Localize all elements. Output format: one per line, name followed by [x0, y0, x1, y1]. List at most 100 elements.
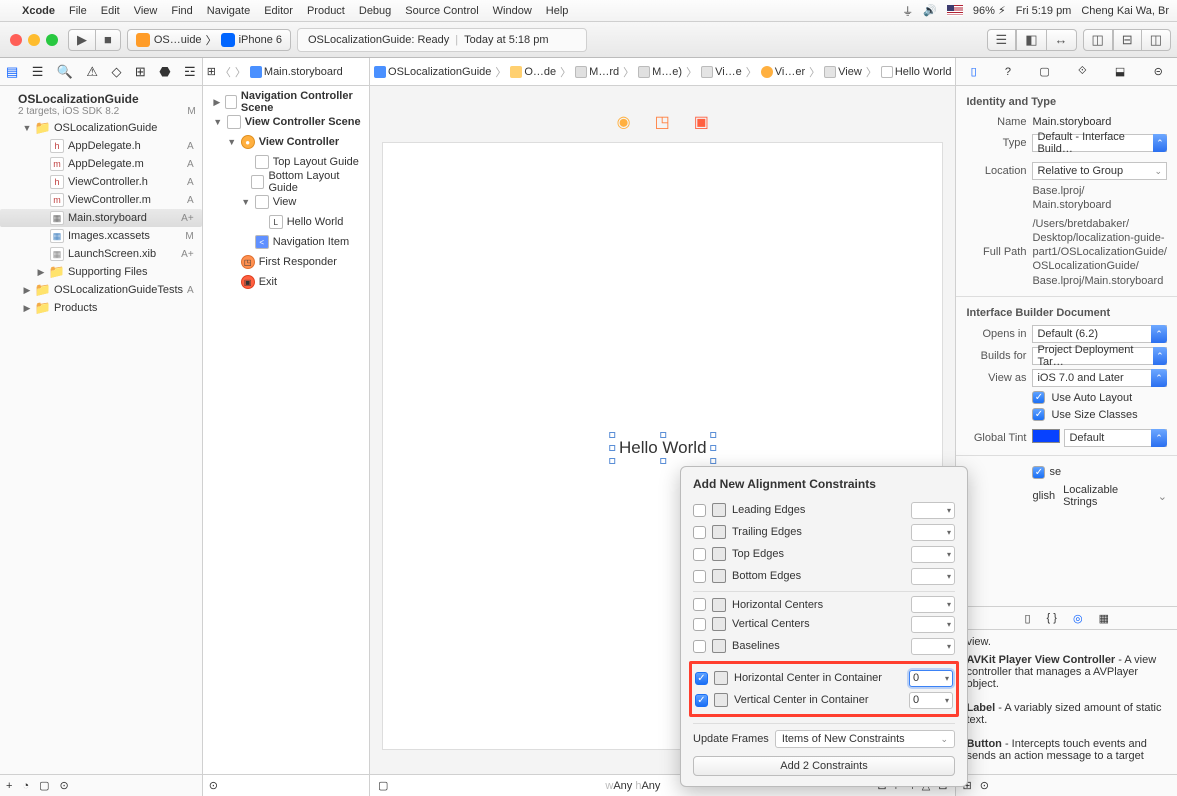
outline-row[interactable]: ▼View — [203, 192, 369, 212]
resize-handle[interactable] — [711, 445, 717, 451]
outline-filter-icon[interactable]: ⊙ — [209, 779, 218, 792]
symbol-navigator-tab[interactable]: ☰ — [32, 64, 44, 80]
wifi-icon[interactable]: ⏚ — [902, 3, 913, 19]
menu-file[interactable]: File — [69, 5, 87, 17]
outline-row[interactable]: <Navigation Item — [203, 232, 369, 252]
library-item[interactable]: AVKit Player View Controller - A view co… — [966, 648, 1167, 696]
selected-label[interactable]: Hello World — [613, 436, 713, 460]
attributes-inspector-tab[interactable]: ⟐ — [1078, 65, 1087, 78]
jb-file[interactable]: M…rd — [589, 66, 619, 78]
nav-row[interactable]: ▦LaunchScreen.xibA+ — [0, 245, 202, 263]
constraint-value-field[interactable]: ▾ — [911, 638, 955, 655]
menu-find[interactable]: Find — [171, 5, 192, 17]
file-template-library-tab[interactable]: ▯ — [1024, 612, 1030, 625]
stop-button[interactable]: ■ — [96, 29, 121, 51]
add-constraints-button[interactable]: Add 2 Constraints — [693, 756, 955, 776]
resize-handle[interactable] — [609, 432, 615, 438]
issue-navigator-tab[interactable]: ⚠ — [86, 64, 98, 80]
toggle-debug-button[interactable]: ⊟ — [1113, 29, 1142, 51]
label-text[interactable]: Hello World — [613, 436, 713, 460]
jb-base[interactable]: M…e) — [652, 66, 682, 78]
filter-field[interactable]: ⊙ — [60, 779, 196, 792]
close-window-button[interactable] — [10, 34, 22, 46]
nav-row[interactable]: ▶📁Supporting Files — [0, 263, 202, 281]
app-menu[interactable]: Xcode — [22, 5, 55, 17]
related-items-icon[interactable]: ⊞ — [207, 65, 216, 78]
jb-folder[interactable]: O…de — [524, 66, 556, 78]
constraint-value-field[interactable]: ▾ — [911, 616, 955, 633]
size-inspector-tab[interactable]: ⬓ — [1115, 65, 1125, 78]
resize-handle[interactable] — [660, 458, 666, 464]
forward-button[interactable]: 〉 — [235, 64, 246, 80]
back-button[interactable]: 〈 — [220, 64, 231, 80]
menu-navigate[interactable]: Navigate — [207, 5, 250, 17]
scheme-selector[interactable]: OS…uide 〉 iPhone 6 — [127, 29, 291, 51]
debug-navigator-tab[interactable]: ⊞ — [135, 64, 146, 80]
auto-layout-checkbox[interactable]: ✓ — [1032, 391, 1045, 404]
constraint-value-field[interactable]: ▾ — [911, 568, 955, 585]
outline-row[interactable]: ▼●View Controller — [203, 132, 369, 152]
toggle-utilities-button[interactable]: ◫ — [1142, 29, 1171, 51]
project-title[interactable]: OSLocalizationGuide — [18, 92, 196, 106]
resize-handle[interactable] — [609, 445, 615, 451]
builds-for-select[interactable]: Project Deployment Tar…⌃ — [1032, 347, 1167, 365]
run-button[interactable]: ▶ — [68, 29, 96, 51]
toggle-navigator-button[interactable]: ◫ — [1083, 29, 1113, 51]
report-navigator-tab[interactable]: ☲ — [184, 64, 196, 80]
volume-icon[interactable]: 🔊 — [923, 4, 937, 17]
nav-row[interactable]: ▦Main.storyboardA+ — [0, 209, 202, 227]
add-button[interactable]: + — [6, 780, 12, 792]
constraint-checkbox[interactable] — [693, 570, 706, 583]
outline-row[interactable]: LHello World — [203, 212, 369, 232]
outline-tree[interactable]: ▶Navigation Controller Scene▼View Contro… — [203, 86, 369, 774]
outline-row[interactable]: ▶Navigation Controller Scene — [203, 92, 369, 112]
menu-debug[interactable]: Debug — [359, 5, 391, 17]
code-snippet-library-tab[interactable]: { } — [1047, 612, 1057, 624]
constraint-checkbox[interactable]: ✓ — [695, 694, 708, 707]
nav-row[interactable]: ▼📁OSLocalizationGuide — [0, 119, 202, 137]
first-responder-dock-icon[interactable]: ◳ — [655, 112, 670, 132]
jb-label[interactable]: Hello World — [895, 66, 952, 78]
object-library[interactable]: view. AVKit Player View Controller - A v… — [956, 630, 1177, 774]
object-library-tab[interactable]: ◎ — [1073, 612, 1083, 625]
library-item[interactable]: Button - Intercepts touch events and sen… — [966, 732, 1167, 768]
file-type-select[interactable]: Default - Interface Build…⌃ — [1032, 134, 1167, 152]
constraint-checkbox[interactable]: ✓ — [695, 672, 708, 685]
nav-row[interactable]: ▶📁OSLocalizationGuideTestsA — [0, 281, 202, 299]
menu-window[interactable]: Window — [493, 5, 532, 17]
constraint-checkbox[interactable] — [693, 548, 706, 561]
find-navigator-tab[interactable]: 🔍 — [57, 64, 73, 80]
menu-view[interactable]: View — [134, 5, 158, 17]
constraint-checkbox[interactable] — [693, 598, 706, 611]
minimize-window-button[interactable] — [28, 34, 40, 46]
recent-filter-icon[interactable]: ◔ — [22, 780, 29, 792]
jump-bar-file[interactable]: Main.storyboard — [264, 66, 343, 78]
size-classes-checkbox[interactable]: ✓ — [1032, 408, 1045, 421]
tint-swatch[interactable] — [1032, 429, 1060, 443]
constraint-checkbox[interactable] — [693, 640, 706, 653]
battery-status[interactable]: 96% ⚡︎ — [973, 4, 1006, 17]
nav-row[interactable]: mAppDelegate.mA — [0, 155, 202, 173]
view-as-select[interactable]: iOS 7.0 and Later⌃ — [1032, 369, 1167, 387]
assistant-editor-button[interactable]: ◧ — [1016, 29, 1046, 51]
outline-jump-bar[interactable]: ⊞ 〈 〉 Main.storyboard — [203, 58, 369, 86]
nav-row[interactable]: hAppDelegate.hA — [0, 137, 202, 155]
quick-help-tab[interactable]: ? — [1005, 66, 1011, 78]
project-navigator-tab[interactable]: ▤ — [6, 64, 18, 80]
nav-row[interactable]: ▶📁Products — [0, 299, 202, 317]
menu-product[interactable]: Product — [307, 5, 345, 17]
nav-row[interactable]: ▦Images.xcassetsM — [0, 227, 202, 245]
file-inspector-tab[interactable]: ▯ — [971, 65, 977, 78]
update-frames-select[interactable]: Items of New Constraints⌄ — [775, 730, 955, 748]
outline-toggle-icon[interactable]: ▢ — [378, 779, 388, 792]
outline-row[interactable]: ◳First Responder — [203, 252, 369, 272]
jb-scene[interactable]: Vi…e — [715, 66, 742, 78]
constraint-value-field[interactable]: 0▾ — [909, 692, 953, 709]
menu-source-control[interactable]: Source Control — [405, 5, 478, 17]
identity-inspector-tab[interactable]: ▢ — [1039, 65, 1049, 78]
exit-dock-icon[interactable]: ▣ — [694, 112, 709, 132]
zoom-window-button[interactable] — [46, 34, 58, 46]
location-select[interactable]: Relative to Group⌄ — [1032, 162, 1167, 180]
scm-filter-icon[interactable]: ▢ — [39, 779, 49, 792]
outline-row[interactable]: ▣Exit — [203, 272, 369, 292]
